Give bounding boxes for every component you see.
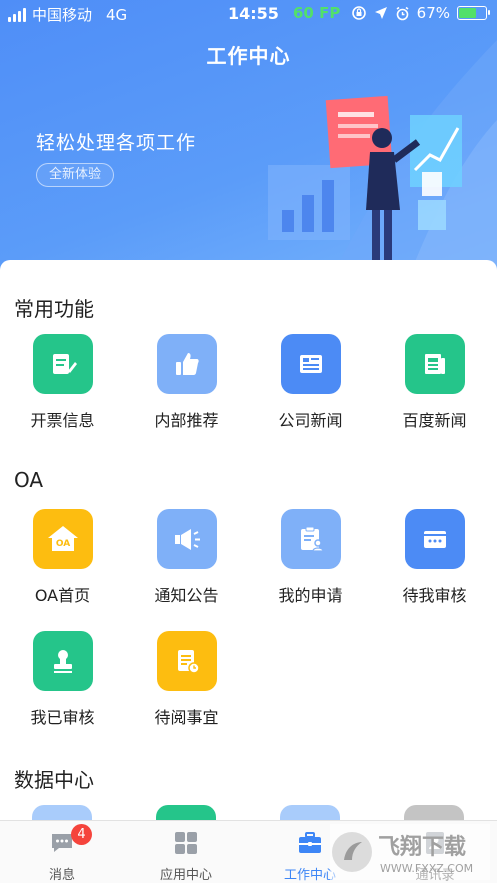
oa-home-glyph: OA xyxy=(55,539,69,549)
data-tile-partial[interactable] xyxy=(404,805,464,820)
tile-label: 待我审核 xyxy=(402,586,467,605)
fps-counter: 60 FP xyxy=(293,4,341,22)
tile-label: 待阅事宜 xyxy=(154,708,219,727)
stamp-icon xyxy=(32,631,93,691)
tile-label: 我的申请 xyxy=(278,586,343,605)
data-tile-partial[interactable] xyxy=(280,805,340,820)
invoice-pen-icon xyxy=(32,334,93,394)
thumbs-up-icon xyxy=(156,334,217,394)
app-tile-to-read[interactable]: 待阅事宜 xyxy=(124,631,249,728)
watermark-text: 飞翔下载 xyxy=(378,834,466,860)
unread-badge: 4 xyxy=(71,824,92,845)
section-title-oa: OA xyxy=(14,468,44,492)
app-tile-baidu-news[interactable]: 百度新闻 xyxy=(372,334,497,431)
document-clock-icon xyxy=(156,631,217,691)
news-icon xyxy=(280,334,341,394)
header-banner: 中国移动 4G 14:55 60 FP 67% 工作中心 轻松处理各项工作 全新… xyxy=(0,0,497,300)
data-tile-partial[interactable] xyxy=(32,805,92,820)
status-bar: 中国移动 4G 14:55 60 FP 67% xyxy=(0,0,497,28)
grid-icon xyxy=(175,832,197,854)
tab-messages[interactable]: 4 消息 xyxy=(0,821,124,883)
tab-label: 应用中心 xyxy=(159,868,212,883)
banner-tag[interactable]: 全新体验 xyxy=(36,163,115,187)
signal-icon xyxy=(8,7,26,22)
tile-label: 公司新闻 xyxy=(278,411,343,430)
clock: 14:55 xyxy=(228,4,279,23)
app-tile-my-applications[interactable]: 我的申请 xyxy=(248,509,373,606)
banner-illustration xyxy=(268,95,462,270)
tab-label: 消息 xyxy=(48,868,75,883)
app-tile-invoice-info[interactable]: 开票信息 xyxy=(0,334,125,431)
site-watermark: 飞翔下载 WWW.FXXZ.COM xyxy=(330,824,490,880)
watermark-url: WWW.FXXZ.COM xyxy=(380,862,473,875)
tile-label: 百度新闻 xyxy=(402,411,467,430)
app-tile-notices[interactable]: 通知公告 xyxy=(124,509,249,606)
tile-label: 我已审核 xyxy=(30,708,95,727)
alarm-icon xyxy=(396,6,409,20)
app-tile-oa-home[interactable]: OA OA首页 xyxy=(0,509,125,606)
card-icon xyxy=(404,509,465,569)
data-tile-partial[interactable] xyxy=(156,805,216,820)
app-tile-reviewed[interactable]: 我已审核 xyxy=(0,631,125,728)
clipboard-user-icon xyxy=(280,509,341,569)
tab-app-center[interactable]: 应用中心 xyxy=(124,821,248,883)
megaphone-icon xyxy=(156,509,217,569)
rotation-lock-icon xyxy=(351,6,366,20)
main-panel: 常用功能 开票信息 内部推荐 公司新闻 百度新闻 OA OA OA首页 通知公告… xyxy=(0,260,497,820)
network-type: 4G xyxy=(106,5,128,24)
app-tile-pending-review[interactable]: 待我审核 xyxy=(372,509,497,606)
carrier-name: 中国移动 xyxy=(32,6,93,24)
app-tile-company-news[interactable]: 公司新闻 xyxy=(248,334,373,431)
oa-home-icon: OA xyxy=(32,509,93,569)
section-title-common: 常用功能 xyxy=(14,297,94,321)
briefcase-icon xyxy=(299,832,321,853)
tile-label: 内部推荐 xyxy=(154,411,219,430)
section-title-data-center: 数据中心 xyxy=(14,768,94,792)
app-tile-internal-referral[interactable]: 内部推荐 xyxy=(124,334,249,431)
banner-slogan: 轻松处理各项工作 xyxy=(36,132,197,154)
tile-label: OA首页 xyxy=(34,586,91,605)
battery-icon xyxy=(457,6,490,20)
tile-label: 通知公告 xyxy=(154,586,219,605)
tile-label: 开票信息 xyxy=(30,411,95,430)
battery-percent: 67% xyxy=(416,4,450,22)
location-arrow-icon xyxy=(374,7,387,19)
newspaper-icon xyxy=(404,334,465,394)
